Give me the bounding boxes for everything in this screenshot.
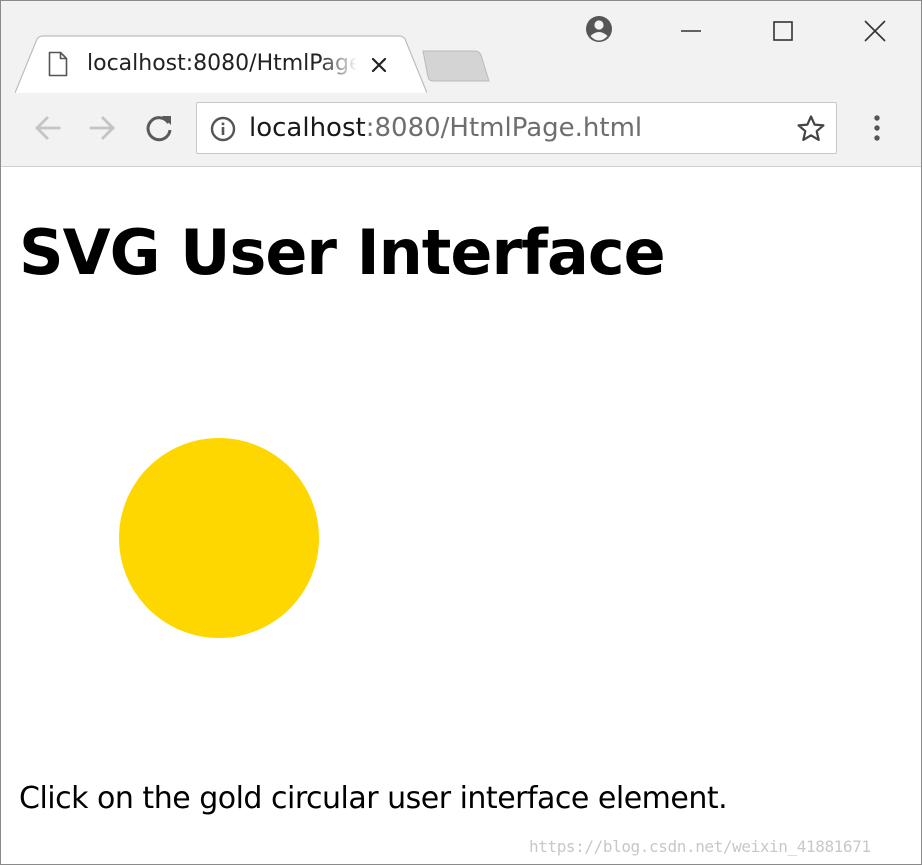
- active-tab[interactable]: localhost:8080/HtmlPage.html: [15, 35, 427, 93]
- more-vertical-icon[interactable]: [859, 110, 895, 146]
- gold-circle-button[interactable]: [119, 438, 319, 638]
- minimize-icon[interactable]: [669, 9, 713, 53]
- maximize-icon[interactable]: [761, 9, 805, 53]
- instruction-text: Click on the gold circular user interfac…: [19, 781, 728, 816]
- url-text[interactable]: localhost:8080/HtmlPage.html: [249, 112, 642, 144]
- page-icon: [48, 51, 68, 77]
- address-bar[interactable]: localhost:8080/HtmlPage.html: [196, 102, 837, 154]
- url-host: localhost: [249, 113, 366, 143]
- star-icon[interactable]: [795, 113, 827, 145]
- svg-canvas: [119, 438, 319, 638]
- new-tab-icon[interactable]: [419, 49, 491, 83]
- page-title: SVG User Interface: [19, 216, 666, 289]
- watermark: https://blog.csdn.net/weixin_41881671: [529, 837, 871, 856]
- reload-icon[interactable]: [141, 110, 177, 146]
- url-path: :8080/HtmlPage.html: [365, 113, 643, 143]
- info-icon[interactable]: [209, 115, 237, 143]
- browser-window: localhost:8080/HtmlPage.html: [0, 0, 922, 865]
- account-circle-icon[interactable]: [577, 9, 621, 53]
- tab-strip: localhost:8080/HtmlPage.html: [1, 1, 921, 93]
- toolbar: localhost:8080/HtmlPage.html: [1, 93, 921, 167]
- close-icon[interactable]: [367, 53, 391, 77]
- arrow-right-icon[interactable]: [85, 110, 121, 146]
- arrow-left-icon[interactable]: [29, 110, 65, 146]
- tab-title: localhost:8080/HtmlPage.html: [87, 51, 357, 76]
- page-viewport: SVG User Interface Click on the gold cir…: [1, 167, 921, 864]
- close-icon[interactable]: [853, 9, 897, 53]
